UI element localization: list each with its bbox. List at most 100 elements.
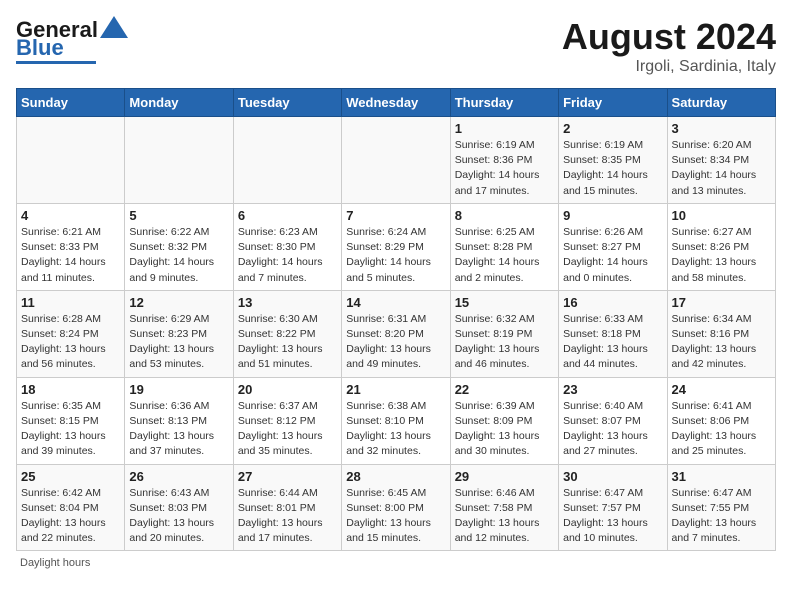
day-info: Sunrise: 6:47 AM Sunset: 7:57 PM Dayligh… (563, 486, 662, 547)
calendar-day-header: Monday (125, 89, 233, 117)
day-number: 3 (672, 121, 771, 136)
day-info: Sunrise: 6:34 AM Sunset: 8:16 PM Dayligh… (672, 312, 771, 373)
day-info: Sunrise: 6:47 AM Sunset: 7:55 PM Dayligh… (672, 486, 771, 547)
day-number: 30 (563, 469, 662, 484)
calendar-week-row: 1 Sunrise: 6:19 AM Sunset: 8:36 PM Daylig… (17, 117, 776, 204)
calendar-day-header: Tuesday (233, 89, 341, 117)
day-number: 17 (672, 295, 771, 310)
calendar-day-cell: 24 Sunrise: 6:41 AM Sunset: 8:06 PM Dayli… (667, 377, 775, 464)
calendar-day-cell: 9Sunrise: 6:26 AM Sunset: 8:27 PM Daylig… (559, 203, 667, 290)
calendar-day-cell: 12Sunrise: 6:29 AM Sunset: 8:23 PM Dayli… (125, 290, 233, 377)
location-subtitle: Irgoli, Sardinia, Italy (562, 58, 776, 76)
day-number: 27 (238, 469, 337, 484)
calendar-week-row: 18 Sunrise: 6:35 AM Sunset: 8:15 PM Dayli… (17, 377, 776, 464)
calendar-day-cell: 11 Sunrise: 6:28 AM Sunset: 8:24 PM Dayli… (17, 290, 125, 377)
calendar-day-cell: 20 Sunrise: 6:37 AM Sunset: 8:12 PM Dayli… (233, 377, 341, 464)
title-area: August 2024 Irgoli, Sardinia, Italy (562, 16, 776, 76)
day-number: 26 (129, 469, 228, 484)
day-number: 7 (346, 208, 445, 223)
day-info: Sunrise: 6:28 AM Sunset: 8:24 PM Dayligh… (21, 312, 120, 373)
day-number: 23 (563, 382, 662, 397)
calendar-day-cell: 2 Sunrise: 6:19 AM Sunset: 8:35 PM Daylig… (559, 117, 667, 204)
day-info: Sunrise: 6:32 AM Sunset: 8:19 PM Dayligh… (455, 312, 554, 373)
calendar-day-cell: 8 Sunrise: 6:25 AM Sunset: 8:28 PM Daylig… (450, 203, 558, 290)
logo: General Blue (16, 16, 128, 64)
logo-triangle-icon (100, 16, 128, 38)
calendar-day-header: Wednesday (342, 89, 450, 117)
day-info: Sunrise: 6:35 AM Sunset: 8:15 PM Dayligh… (21, 399, 120, 460)
day-info: Sunrise: 6:24 AM Sunset: 8:29 PM Dayligh… (346, 225, 445, 286)
day-number: 6 (238, 208, 337, 223)
calendar-day-cell: 14 Sunrise: 6:31 AM Sunset: 8:20 PM Dayli… (342, 290, 450, 377)
day-number: 19 (129, 382, 228, 397)
calendar-day-header: Sunday (17, 89, 125, 117)
calendar-day-cell: 17 Sunrise: 6:34 AM Sunset: 8:16 PM Dayli… (667, 290, 775, 377)
day-number: 24 (672, 382, 771, 397)
day-info: Sunrise: 6:43 AM Sunset: 8:03 PM Dayligh… (129, 486, 228, 547)
calendar-day-cell: 3 Sunrise: 6:20 AM Sunset: 8:34 PM Daylig… (667, 117, 775, 204)
day-info: Sunrise: 6:42 AM Sunset: 8:04 PM Dayligh… (21, 486, 120, 547)
calendar-day-cell: 16 Sunrise: 6:33 AM Sunset: 8:18 PM Dayli… (559, 290, 667, 377)
day-number: 15 (455, 295, 554, 310)
day-number: 20 (238, 382, 337, 397)
calendar-day-cell: 29 Sunrise: 6:46 AM Sunset: 7:58 PM Dayli… (450, 464, 558, 551)
calendar-week-row: 25Sunrise: 6:42 AM Sunset: 8:04 PM Dayli… (17, 464, 776, 551)
day-info: Sunrise: 6:41 AM Sunset: 8:06 PM Dayligh… (672, 399, 771, 460)
calendar-day-cell: 13 Sunrise: 6:30 AM Sunset: 8:22 PM Dayli… (233, 290, 341, 377)
day-number: 11 (21, 295, 120, 310)
day-info: Sunrise: 6:21 AM Sunset: 8:33 PM Dayligh… (21, 225, 120, 286)
day-number: 8 (455, 208, 554, 223)
day-info: Sunrise: 6:29 AM Sunset: 8:23 PM Dayligh… (129, 312, 228, 373)
calendar-day-cell: 6Sunrise: 6:23 AM Sunset: 8:30 PM Daylig… (233, 203, 341, 290)
page-header: General Blue August 2024 Irgoli, Sardini… (16, 16, 776, 76)
day-number: 9 (563, 208, 662, 223)
calendar-day-header: Friday (559, 89, 667, 117)
day-info: Sunrise: 6:22 AM Sunset: 8:32 PM Dayligh… (129, 225, 228, 286)
day-info: Sunrise: 6:19 AM Sunset: 8:36 PM Dayligh… (455, 138, 554, 199)
calendar-day-cell (233, 117, 341, 204)
day-number: 22 (455, 382, 554, 397)
day-info: Sunrise: 6:31 AM Sunset: 8:20 PM Dayligh… (346, 312, 445, 373)
day-info: Sunrise: 6:33 AM Sunset: 8:18 PM Dayligh… (563, 312, 662, 373)
day-number: 4 (21, 208, 120, 223)
calendar-header-row: SundayMondayTuesdayWednesdayThursdayFrid… (17, 89, 776, 117)
day-number: 10 (672, 208, 771, 223)
day-info: Sunrise: 6:45 AM Sunset: 8:00 PM Dayligh… (346, 486, 445, 547)
day-info: Sunrise: 6:38 AM Sunset: 8:10 PM Dayligh… (346, 399, 445, 460)
logo-underline (16, 61, 96, 64)
calendar-day-cell: 22 Sunrise: 6:39 AM Sunset: 8:09 PM Dayli… (450, 377, 558, 464)
day-number: 28 (346, 469, 445, 484)
day-number: 18 (21, 382, 120, 397)
day-info: Sunrise: 6:20 AM Sunset: 8:34 PM Dayligh… (672, 138, 771, 199)
day-number: 2 (563, 121, 662, 136)
day-number: 13 (238, 295, 337, 310)
calendar-day-header: Thursday (450, 89, 558, 117)
day-info: Sunrise: 6:44 AM Sunset: 8:01 PM Dayligh… (238, 486, 337, 547)
day-info: Sunrise: 6:46 AM Sunset: 7:58 PM Dayligh… (455, 486, 554, 547)
day-info: Sunrise: 6:19 AM Sunset: 8:35 PM Dayligh… (563, 138, 662, 199)
day-number: 14 (346, 295, 445, 310)
day-number: 1 (455, 121, 554, 136)
calendar-day-cell: 1 Sunrise: 6:19 AM Sunset: 8:36 PM Daylig… (450, 117, 558, 204)
day-number: 16 (563, 295, 662, 310)
calendar-day-cell: 27 Sunrise: 6:44 AM Sunset: 8:01 PM Dayli… (233, 464, 341, 551)
day-info: Sunrise: 6:39 AM Sunset: 8:09 PM Dayligh… (455, 399, 554, 460)
calendar-day-cell: 18 Sunrise: 6:35 AM Sunset: 8:15 PM Dayli… (17, 377, 125, 464)
calendar-day-cell: 15 Sunrise: 6:32 AM Sunset: 8:19 PM Dayli… (450, 290, 558, 377)
day-info: Sunrise: 6:37 AM Sunset: 8:12 PM Dayligh… (238, 399, 337, 460)
calendar-day-cell: 4 Sunrise: 6:21 AM Sunset: 8:33 PM Daylig… (17, 203, 125, 290)
calendar-day-header: Saturday (667, 89, 775, 117)
calendar-day-cell: 30 Sunrise: 6:47 AM Sunset: 7:57 PM Dayli… (559, 464, 667, 551)
calendar-day-cell: 23Sunrise: 6:40 AM Sunset: 8:07 PM Dayli… (559, 377, 667, 464)
day-number: 29 (455, 469, 554, 484)
calendar-day-cell: 26 Sunrise: 6:43 AM Sunset: 8:03 PM Dayli… (125, 464, 233, 551)
calendar-week-row: 11 Sunrise: 6:28 AM Sunset: 8:24 PM Dayli… (17, 290, 776, 377)
calendar-day-cell (17, 117, 125, 204)
calendar-day-cell: 7 Sunrise: 6:24 AM Sunset: 8:29 PM Daylig… (342, 203, 450, 290)
day-info: Sunrise: 6:30 AM Sunset: 8:22 PM Dayligh… (238, 312, 337, 373)
footer-daylight-label: Daylight hours (16, 557, 776, 569)
calendar-day-cell: 28 Sunrise: 6:45 AM Sunset: 8:00 PM Dayli… (342, 464, 450, 551)
calendar-day-cell: 25Sunrise: 6:42 AM Sunset: 8:04 PM Dayli… (17, 464, 125, 551)
calendar-day-cell (342, 117, 450, 204)
day-info: Sunrise: 6:25 AM Sunset: 8:28 PM Dayligh… (455, 225, 554, 286)
